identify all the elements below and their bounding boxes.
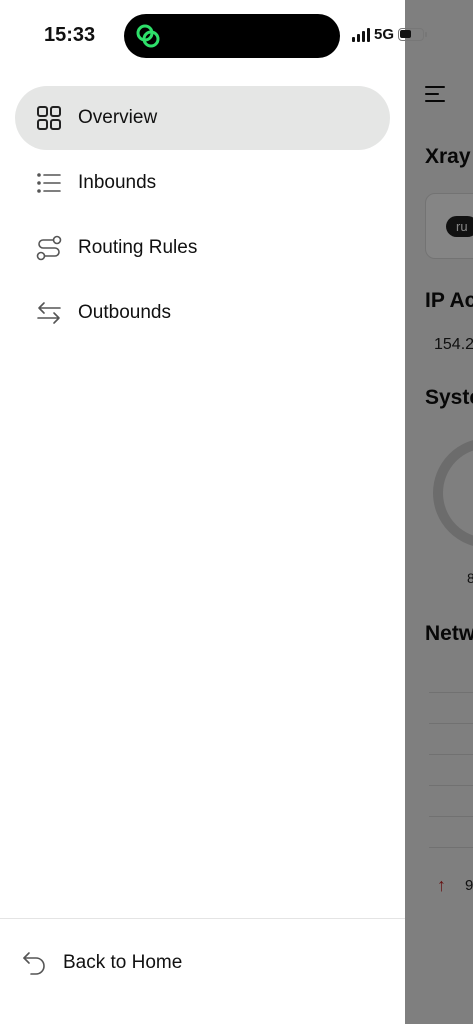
nav-item-outbounds[interactable]: Outbounds <box>15 281 390 345</box>
back-to-home-label: Back to Home <box>63 952 183 973</box>
battery-level <box>400 30 412 38</box>
nav-item-overview[interactable]: Overview <box>15 86 390 150</box>
route-icon <box>35 234 63 262</box>
nav-item-routing-rules[interactable]: Routing Rules <box>15 216 390 280</box>
footer-divider <box>0 918 405 919</box>
dynamic-island <box>124 14 340 58</box>
swap-arrows-icon <box>35 299 63 327</box>
nav-label: Inbounds <box>78 172 157 193</box>
back-arrow-icon <box>20 949 48 977</box>
battery-tip <box>425 32 428 37</box>
back-to-home-button[interactable]: Back to Home <box>20 940 194 986</box>
nav-label: Routing Rules <box>78 237 198 258</box>
grid-icon <box>35 104 63 132</box>
nav-label: Overview <box>78 107 158 128</box>
navigation-drawer: Overview Inbounds Routing Rules Outbound… <box>0 0 405 1024</box>
nav-item-inbounds[interactable]: Inbounds <box>15 151 390 215</box>
cellular-signal-icon <box>352 27 370 42</box>
battery-icon <box>398 28 428 41</box>
link-rings-icon <box>134 22 162 50</box>
nav-label: Outbounds <box>78 302 171 323</box>
status-time: 15:33 <box>44 24 96 46</box>
network-type: 5G <box>374 26 395 43</box>
status-indicators: 5G <box>352 26 428 43</box>
status-bar: 15:33 5G <box>0 0 473 70</box>
list-icon <box>35 169 63 197</box>
